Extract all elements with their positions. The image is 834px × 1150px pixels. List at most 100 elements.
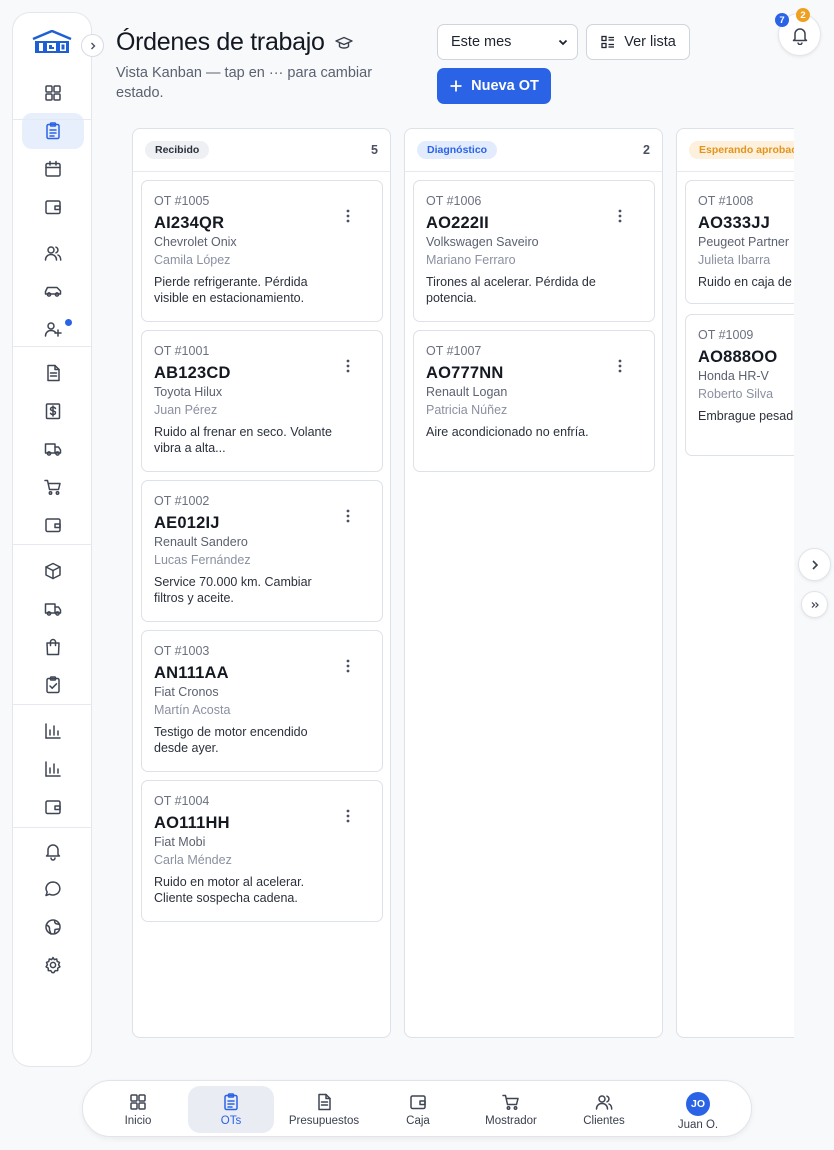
issue-description: Aire acondicionado no enfría. [426, 425, 589, 439]
wallet-icon [410, 1095, 426, 1110]
chevron-right-icon [811, 559, 818, 570]
new-ot-button[interactable]: Nueva OT [437, 68, 551, 104]
graduation-cap-icon[interactable] [334, 36, 353, 50]
work-order-card[interactable]: OT #1009 AO888OO Honda HR-V Roberto Silva Em… [685, 314, 794, 456]
sidebar-item-shopping-bag[interactable] [22, 629, 84, 665]
more-vertical-icon [346, 209, 350, 223]
issue-description: Ruido en motor al acelerar. Cliente sosp… [154, 875, 305, 905]
card-menu-button[interactable] [340, 357, 356, 375]
issue-description: Service 70.000 km. Cambiar filtros y ace… [154, 575, 312, 605]
view-list-label: Ver lista [624, 34, 676, 50]
work-order-card[interactable]: OT #1008 AO333JJ Peugeot Partner Julieta Ib… [685, 180, 794, 304]
sidebar-item-car[interactable] [22, 273, 84, 309]
sidebar-item-truck[interactable] [22, 431, 84, 467]
sidebar-item-grid[interactable] [22, 75, 84, 111]
sidebar-item-bar-chart[interactable] [22, 751, 84, 787]
bell-icon [792, 27, 807, 45]
nav-label: Clientes [583, 1115, 625, 1127]
scroll-end-button[interactable] [801, 591, 828, 618]
nav-item-inicio[interactable]: Inicio [95, 1086, 181, 1133]
issue-description: Ruido al frenar en seco. Volante vibra a… [154, 425, 332, 455]
dollar-doc-icon [45, 403, 61, 420]
sidebar-item-user-plus[interactable] [22, 311, 84, 347]
nav-label: Presupuestos [288, 1115, 360, 1127]
clipboard-icon [224, 1093, 238, 1111]
nav-item-clientes[interactable]: Clientes [561, 1086, 647, 1133]
sidebar-item-file-text[interactable] [22, 355, 84, 391]
sidebar-item-bar-chart[interactable] [22, 713, 84, 749]
sidebar-item-wallet[interactable] [22, 789, 84, 825]
sidebar-item-globe[interactable] [22, 909, 84, 945]
license-plate: AN111AA [154, 664, 229, 682]
clipboard-check-icon [46, 676, 60, 694]
bottom-nav: Inicio OTs Presupuestos Caja Mostrador Client… [82, 1080, 752, 1137]
nav-item-juan-o[interactable]: JO Juan O. [655, 1086, 741, 1133]
cart-icon [502, 1094, 519, 1110]
work-order-card[interactable]: OT #1005 AI234QR Chevrolet Onix Camila Lópe… [141, 180, 383, 322]
kanban-board[interactable]: Recibido 5 OT #1005 AI234QR Chevrolet Onix Ca… [132, 128, 794, 1038]
grid-icon [45, 85, 61, 101]
wallet-icon [45, 200, 61, 215]
vehicle-model: Honda HR-V [698, 369, 769, 383]
column-status-chip: Diagnóstico [417, 141, 498, 159]
sidebar [12, 12, 104, 1067]
wallet-icon [45, 518, 61, 533]
new-ot-label: Nueva OT [471, 78, 539, 94]
bar-chart-icon [45, 761, 61, 777]
sidebar-item-dollar-doc[interactable] [22, 393, 84, 429]
card-menu-button[interactable] [340, 807, 356, 825]
calendar-icon [45, 160, 61, 177]
list-icon [601, 35, 615, 49]
scroll-next-button[interactable] [798, 548, 831, 581]
sidebar-item-chat[interactable] [22, 871, 84, 907]
nav-label: Inicio [124, 1115, 152, 1127]
card-menu-button[interactable] [340, 507, 356, 525]
sidebar-expand-button[interactable] [81, 34, 104, 57]
work-order-card[interactable]: OT #1004 AO111HH Fiat Mobi Carla Méndez Ruid… [141, 780, 383, 922]
card-menu-button[interactable] [340, 657, 356, 675]
card-menu-button[interactable] [612, 207, 628, 225]
order-number: OT #1006 [426, 194, 482, 208]
column-header: Recibido 5 [133, 129, 390, 172]
card-menu-button[interactable] [340, 207, 356, 225]
view-list-button[interactable]: Ver lista [586, 24, 690, 60]
nav-label: Caja [406, 1115, 430, 1127]
period-select[interactable]: Este mes [437, 24, 578, 60]
more-vertical-icon [346, 509, 350, 523]
work-order-card[interactable]: OT #1002 AE012IJ Renault Sandero Lucas Fern… [141, 480, 383, 622]
nav-item-caja[interactable]: Caja [375, 1086, 461, 1133]
vehicle-model: Peugeot Partner [698, 235, 790, 249]
client-name: Mariano Ferraro [426, 253, 516, 267]
globe-icon [45, 919, 61, 935]
sidebar-item-calendar[interactable] [22, 151, 84, 187]
vehicle-model: Toyota Hilux [154, 385, 223, 399]
sidebar-item-settings[interactable] [22, 947, 84, 983]
users-icon [44, 246, 62, 261]
sidebar-item-truck[interactable] [22, 591, 84, 627]
settings-icon [45, 956, 61, 974]
work-order-card[interactable]: OT #1006 AO222II Volkswagen Saveiro Mariano… [413, 180, 655, 322]
sidebar-item-cart[interactable] [22, 469, 84, 505]
work-order-card[interactable]: OT #1003 AN111AA Fiat Cronos Martín Acosta T… [141, 630, 383, 772]
work-order-card[interactable]: OT #1007 AO777NN Renault Logan Patricia Núñ… [413, 330, 655, 472]
card-menu-button[interactable] [612, 357, 628, 375]
nav-item-mostrador[interactable]: Mostrador [468, 1086, 554, 1133]
app-logo[interactable] [32, 30, 72, 54]
bar-chart-icon [45, 723, 61, 739]
sidebar-item-wallet[interactable] [22, 189, 84, 225]
nav-item-ots[interactable]: OTs [188, 1086, 274, 1133]
sidebar-item-clipboard-check[interactable] [22, 667, 84, 703]
sidebar-item-users[interactable] [22, 235, 84, 271]
notification-dot [65, 319, 72, 326]
kanban-column: Recibido 5 OT #1005 AI234QR Chevrolet Onix Ca… [132, 128, 391, 1038]
sidebar-item-wallet[interactable] [22, 507, 84, 543]
nav-item-presupuestos[interactable]: Presupuestos [281, 1086, 367, 1133]
order-number: OT #1003 [154, 644, 210, 658]
client-name: Julieta Ibarra [698, 253, 771, 267]
column-count: 2 [643, 143, 650, 157]
sidebar-item-bell[interactable] [22, 833, 84, 869]
chevron-down-icon [558, 39, 568, 46]
work-order-card[interactable]: OT #1001 AB123CD Toyota Hilux Juan Pérez Rui… [141, 330, 383, 472]
sidebar-item-box[interactable] [22, 553, 84, 589]
notifications-button[interactable]: 7 2 [775, 8, 821, 56]
